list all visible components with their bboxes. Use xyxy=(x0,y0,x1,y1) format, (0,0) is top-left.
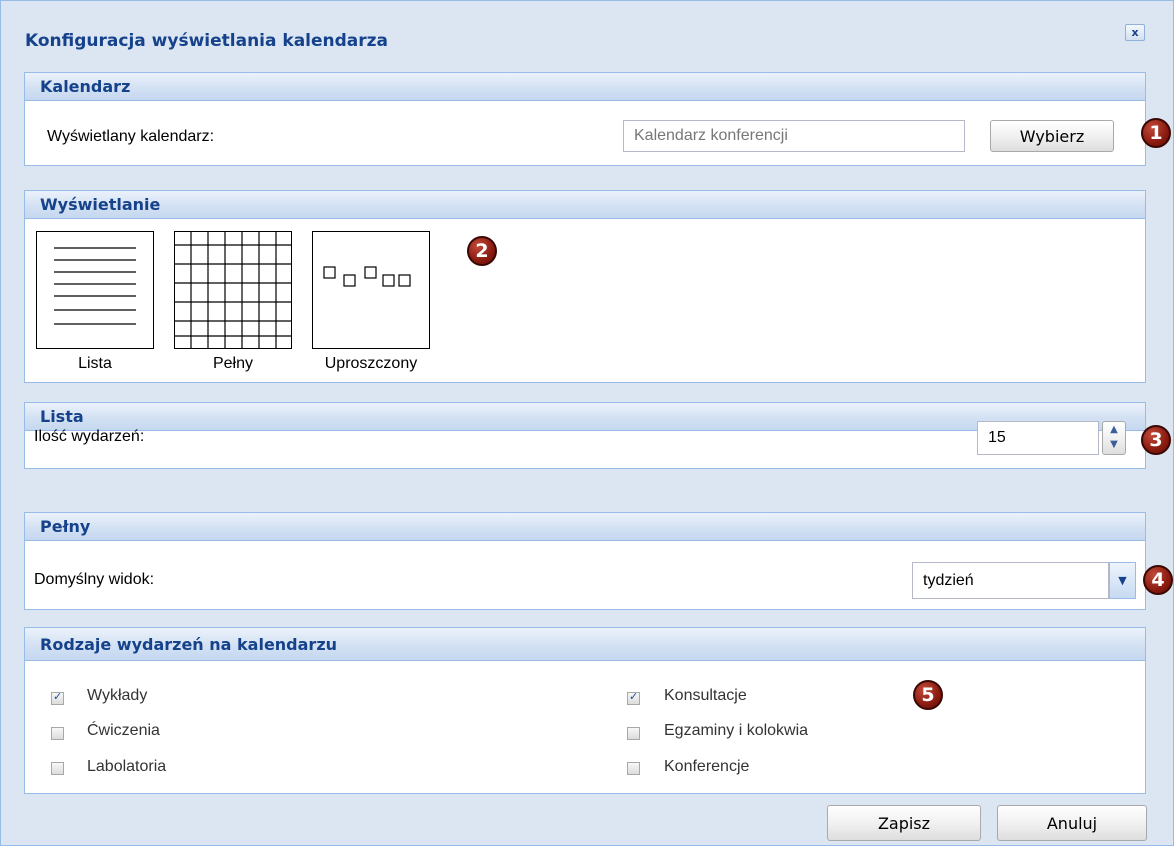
dialog-title: Konfiguracja wyświetlania kalendarza xyxy=(25,31,389,51)
event-count-label: Ilość wydarzeń: xyxy=(34,428,145,445)
chevron-down-icon[interactable]: ▼ xyxy=(1109,562,1136,599)
checkbox-labs-label: Labolatoria xyxy=(87,758,167,775)
annotation-marker-5: 5 xyxy=(913,680,943,710)
checkbox-lectures-label: Wykłady xyxy=(87,687,148,704)
event-count-input[interactable]: 15 xyxy=(977,421,1099,455)
calendar-panel-heading: Kalendarz xyxy=(25,73,1145,101)
checkbox-consultations[interactable] xyxy=(627,690,640,705)
calendar-input[interactable]: Kalendarz konferencji xyxy=(623,120,965,152)
stepper-up-icon[interactable]: ▲ xyxy=(1110,424,1118,435)
default-view-label: Domyślny widok: xyxy=(34,571,155,588)
cancel-button[interactable]: Anuluj xyxy=(997,805,1147,841)
close-icon[interactable]: x xyxy=(1125,24,1145,41)
checkbox-exercises-label: Ćwiczenia xyxy=(87,722,160,739)
calendar-label: Wyświetlany kalendarz: xyxy=(47,128,215,145)
annotation-marker-4: 4 xyxy=(1143,565,1173,595)
checkbox-exams[interactable] xyxy=(627,727,640,740)
checkbox-exams-label: Egzaminy i kolokwia xyxy=(664,722,809,739)
display-panel-heading: Wyświetlanie xyxy=(25,191,1145,219)
checkbox-exercises[interactable] xyxy=(51,727,64,740)
event-count-stepper[interactable]: ▲ ▼ xyxy=(1102,421,1126,455)
calendar-config-dialog: Konfiguracja wyświetlania kalendarza x K… xyxy=(0,0,1174,846)
event-types-panel: Rodzaje wydarzeń na kalendarzu xyxy=(24,627,1146,794)
checkbox-labs[interactable] xyxy=(51,762,64,775)
grid-layout-icon[interactable] xyxy=(174,231,292,349)
annotation-marker-2: 2 xyxy=(467,236,497,266)
stepper-down-icon[interactable]: ▼ xyxy=(1110,439,1118,450)
simplified-layout-icon[interactable] xyxy=(312,231,430,349)
save-button[interactable]: Zapisz xyxy=(827,805,981,841)
simplified-layout-label: Uproszczony xyxy=(324,355,418,372)
checkbox-consultations-label: Konsultacje xyxy=(664,687,747,704)
default-view-select[interactable]: tydzień xyxy=(912,562,1109,599)
checkbox-lectures[interactable] xyxy=(51,690,64,705)
grid-layout-label: Pełny xyxy=(212,355,254,372)
event-types-panel-heading: Rodzaje wydarzeń na kalendarzu xyxy=(25,628,1145,661)
list-layout-label: Lista xyxy=(78,355,112,372)
annotation-marker-1: 1 xyxy=(1141,118,1171,148)
checkbox-conferences-label: Konferencje xyxy=(664,758,750,775)
list-layout-icon[interactable] xyxy=(36,231,154,349)
full-panel-heading: Pełny xyxy=(25,513,1145,541)
checkbox-conferences[interactable] xyxy=(627,762,640,775)
annotation-marker-3: 3 xyxy=(1141,425,1171,455)
choose-calendar-button[interactable]: Wybierz xyxy=(990,120,1114,152)
calendar-panel: Kalendarz xyxy=(24,72,1146,166)
